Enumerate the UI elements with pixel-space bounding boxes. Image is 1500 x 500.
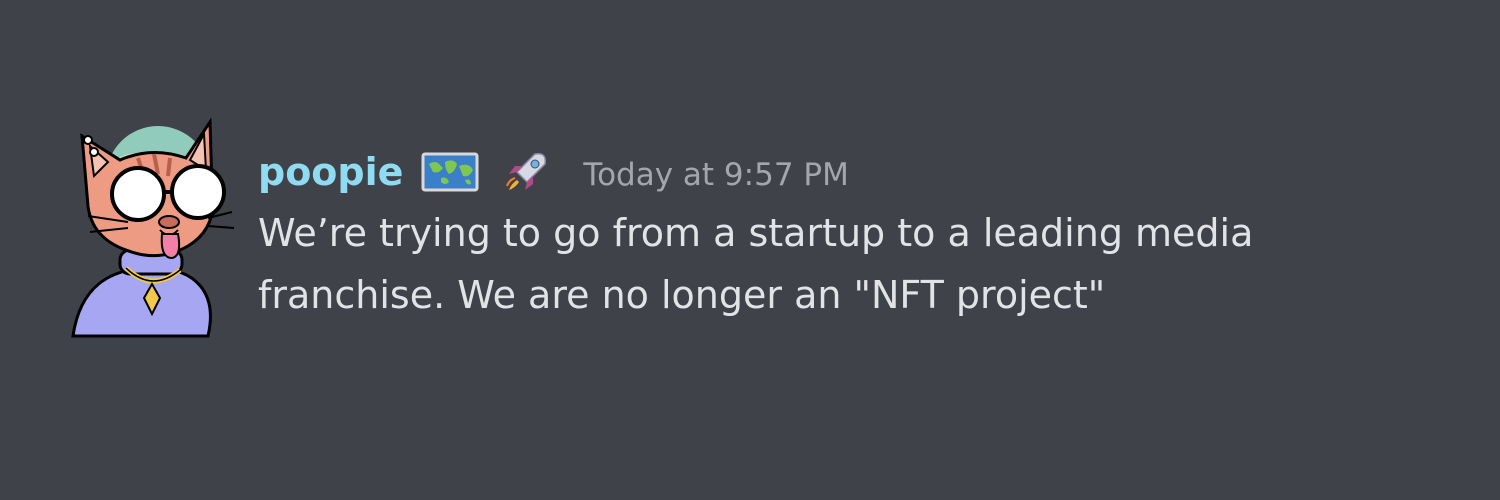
world-map-icon[interactable] bbox=[421, 152, 479, 192]
message-line: We’re trying to go from a startup to a l… bbox=[258, 211, 1254, 255]
message-line: franchise. We are no longer an "NFT proj… bbox=[258, 273, 1106, 317]
rocket-icon[interactable] bbox=[505, 150, 549, 194]
message-header: poopie Today at 9:57 PM bbox=[258, 146, 1408, 198]
chat-message: poopie Today at 9:57 PM We’re trying to … bbox=[68, 118, 1448, 348]
username[interactable]: poopie bbox=[258, 150, 403, 194]
message-text: We’re trying to go from a startup to a l… bbox=[258, 202, 1358, 326]
user-avatar[interactable] bbox=[68, 118, 238, 338]
cat-avatar-icon bbox=[71, 118, 235, 338]
message-content: poopie Today at 9:57 PM We’re trying to … bbox=[258, 146, 1408, 326]
message-timestamp: Today at 9:57 PM bbox=[583, 157, 849, 193]
